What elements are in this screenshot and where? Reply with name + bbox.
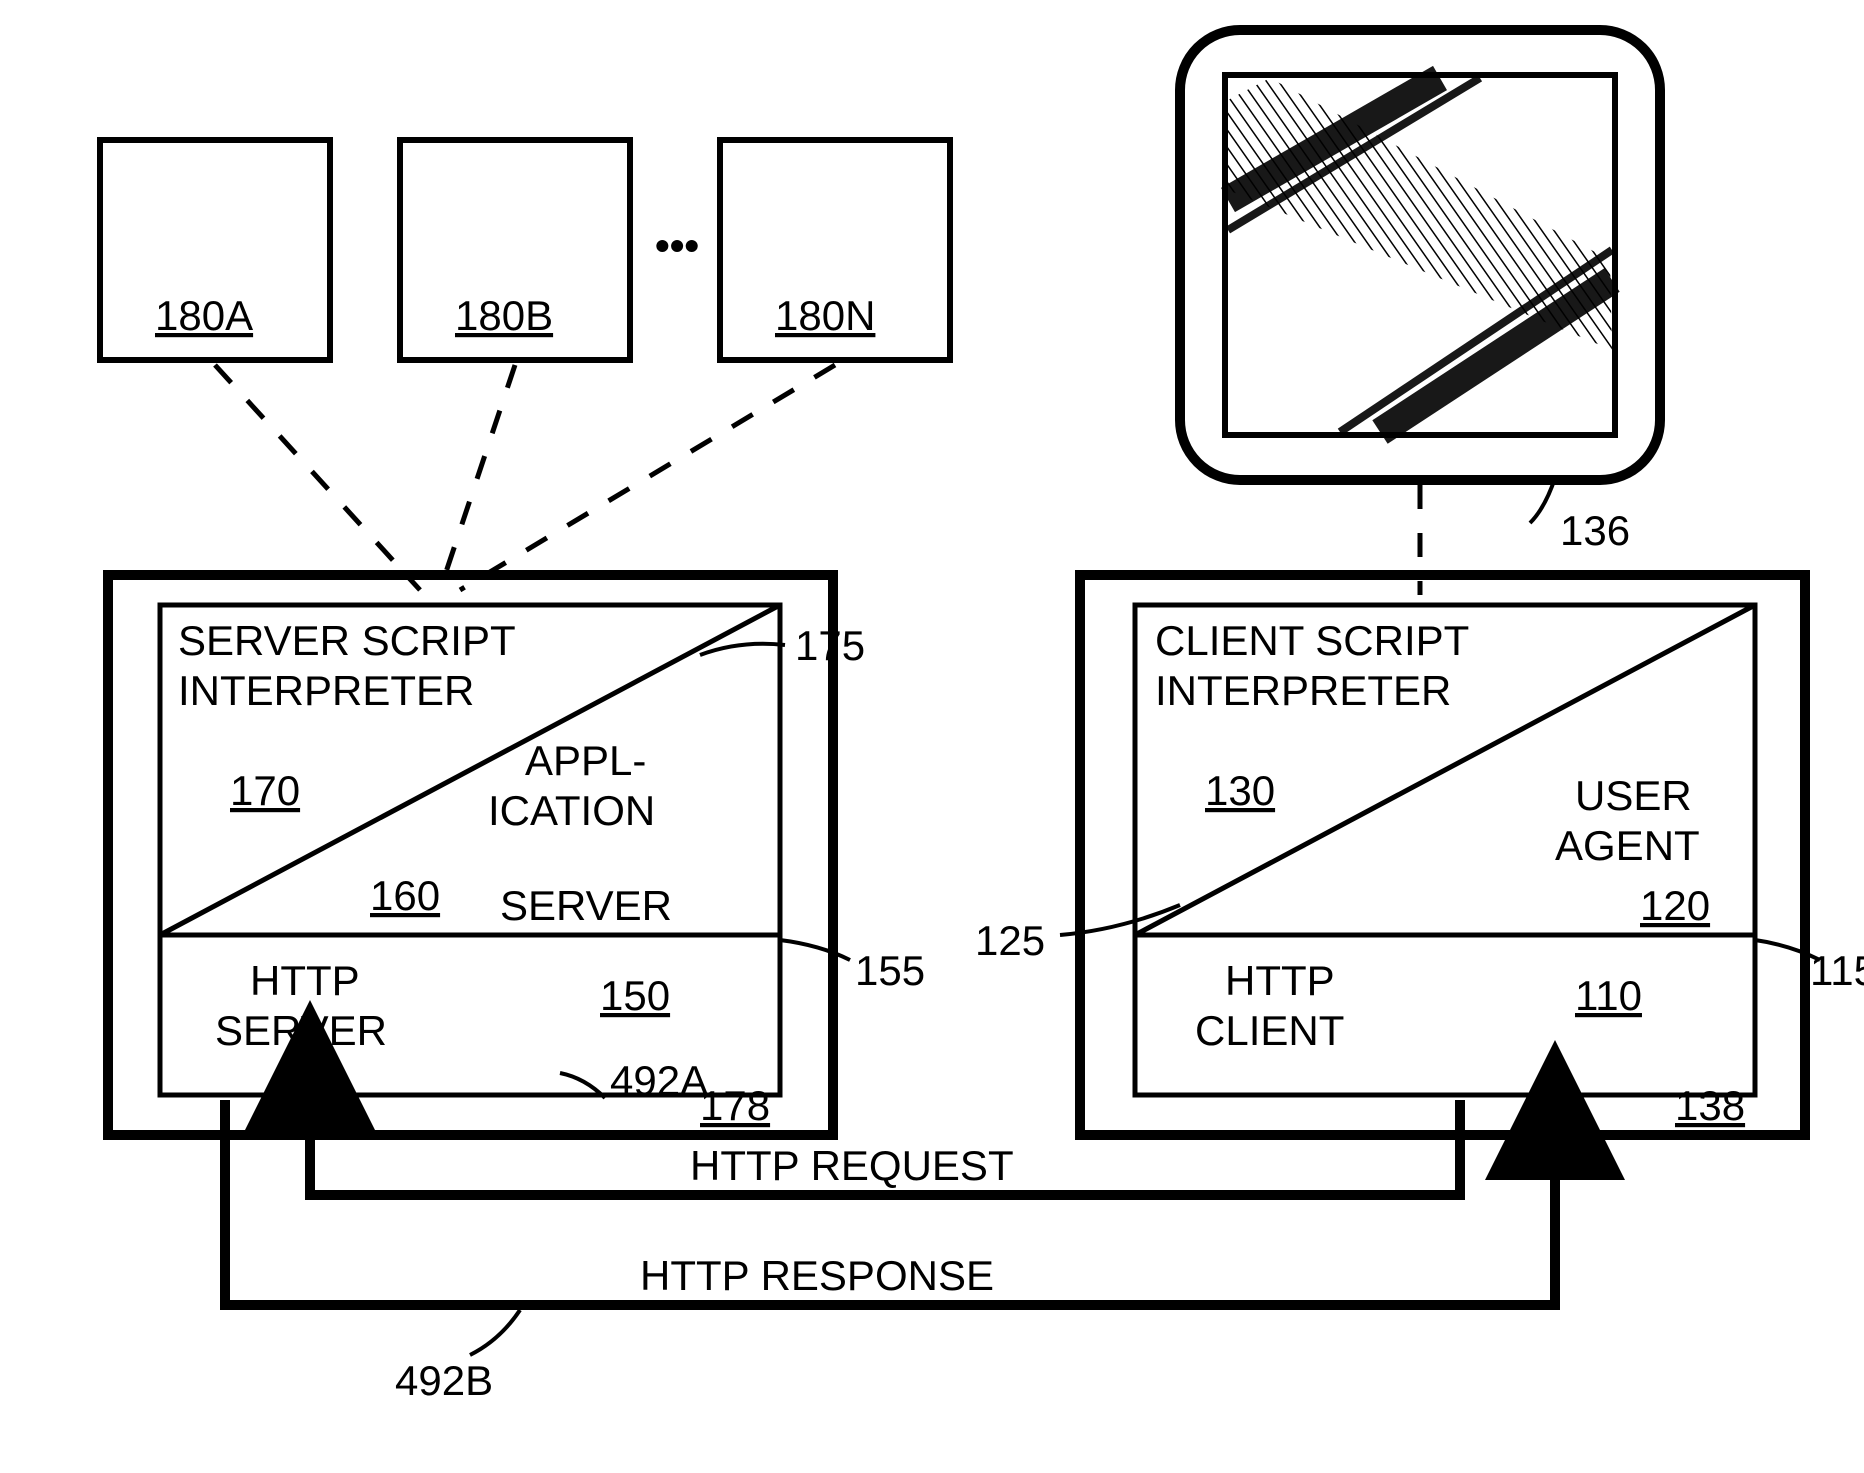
ellipsis: ••• [655, 222, 699, 269]
client-script-l1: CLIENT SCRIPT [1155, 617, 1469, 664]
app-server-l1: APPL- [525, 737, 646, 784]
server-script-l1: SERVER SCRIPT [178, 617, 516, 664]
client-outer-ref: 138 [1675, 1082, 1745, 1129]
http-server-l2: SERVER [215, 1007, 387, 1054]
display-ref: 136 [1560, 507, 1630, 554]
client-script-l2: INTERPRETER [1155, 667, 1451, 714]
external-a-ref: 180A [155, 292, 253, 339]
http-request-arrow: HTTP REQUEST 492A [310, 1057, 1460, 1195]
app-server-l2: ICATION [488, 787, 655, 834]
external-box-n: 180N [720, 140, 950, 360]
client-edge-ref: 115 [1810, 947, 1864, 994]
http-client-ref: 110 [1575, 972, 1642, 1019]
server-script-l2: INTERPRETER [178, 667, 474, 714]
http-request-ref: 492A [610, 1057, 708, 1104]
external-n-ref: 180N [775, 292, 875, 339]
display-monitor: 136 [1180, 30, 1660, 554]
app-server-l3: SERVER [500, 882, 672, 929]
server-outer-box: SERVER SCRIPT INTERPRETER 170 APPL- ICAT… [108, 575, 833, 1135]
http-server-ref: 150 [600, 972, 670, 1019]
external-box-b: 180B [400, 140, 630, 360]
http-request-label: HTTP REQUEST [690, 1142, 1014, 1189]
user-agent-l1: USER [1575, 772, 1692, 819]
external-b-ref: 180B [455, 292, 553, 339]
server-div-ref: 175 [795, 622, 865, 669]
user-agent-ref: 120 [1640, 882, 1710, 929]
user-agent-l2: AGENT [1555, 822, 1700, 869]
app-server-ref: 160 [370, 872, 440, 919]
client-script-ref: 130 [1205, 767, 1275, 814]
client-div-ref: 125 [975, 917, 1045, 964]
http-response-ref: 492B [395, 1357, 493, 1404]
server-script-ref: 170 [230, 767, 300, 814]
http-client-l2: CLIENT [1195, 1007, 1344, 1054]
http-response-label: HTTP RESPONSE [640, 1252, 994, 1299]
server-edge-ref: 155 [855, 947, 925, 994]
client-outer-box: CLIENT SCRIPT INTERPRETER 130 USER AGENT… [1080, 575, 1805, 1135]
server-outer-ref2: 178 [700, 1082, 770, 1129]
http-server-l1: HTTP [250, 957, 360, 1004]
diagram-canvas: 180A 180B ••• 180N 136 [0, 0, 1864, 1473]
external-box-a: 180A [100, 140, 330, 360]
http-client-l1: HTTP [1225, 957, 1335, 1004]
